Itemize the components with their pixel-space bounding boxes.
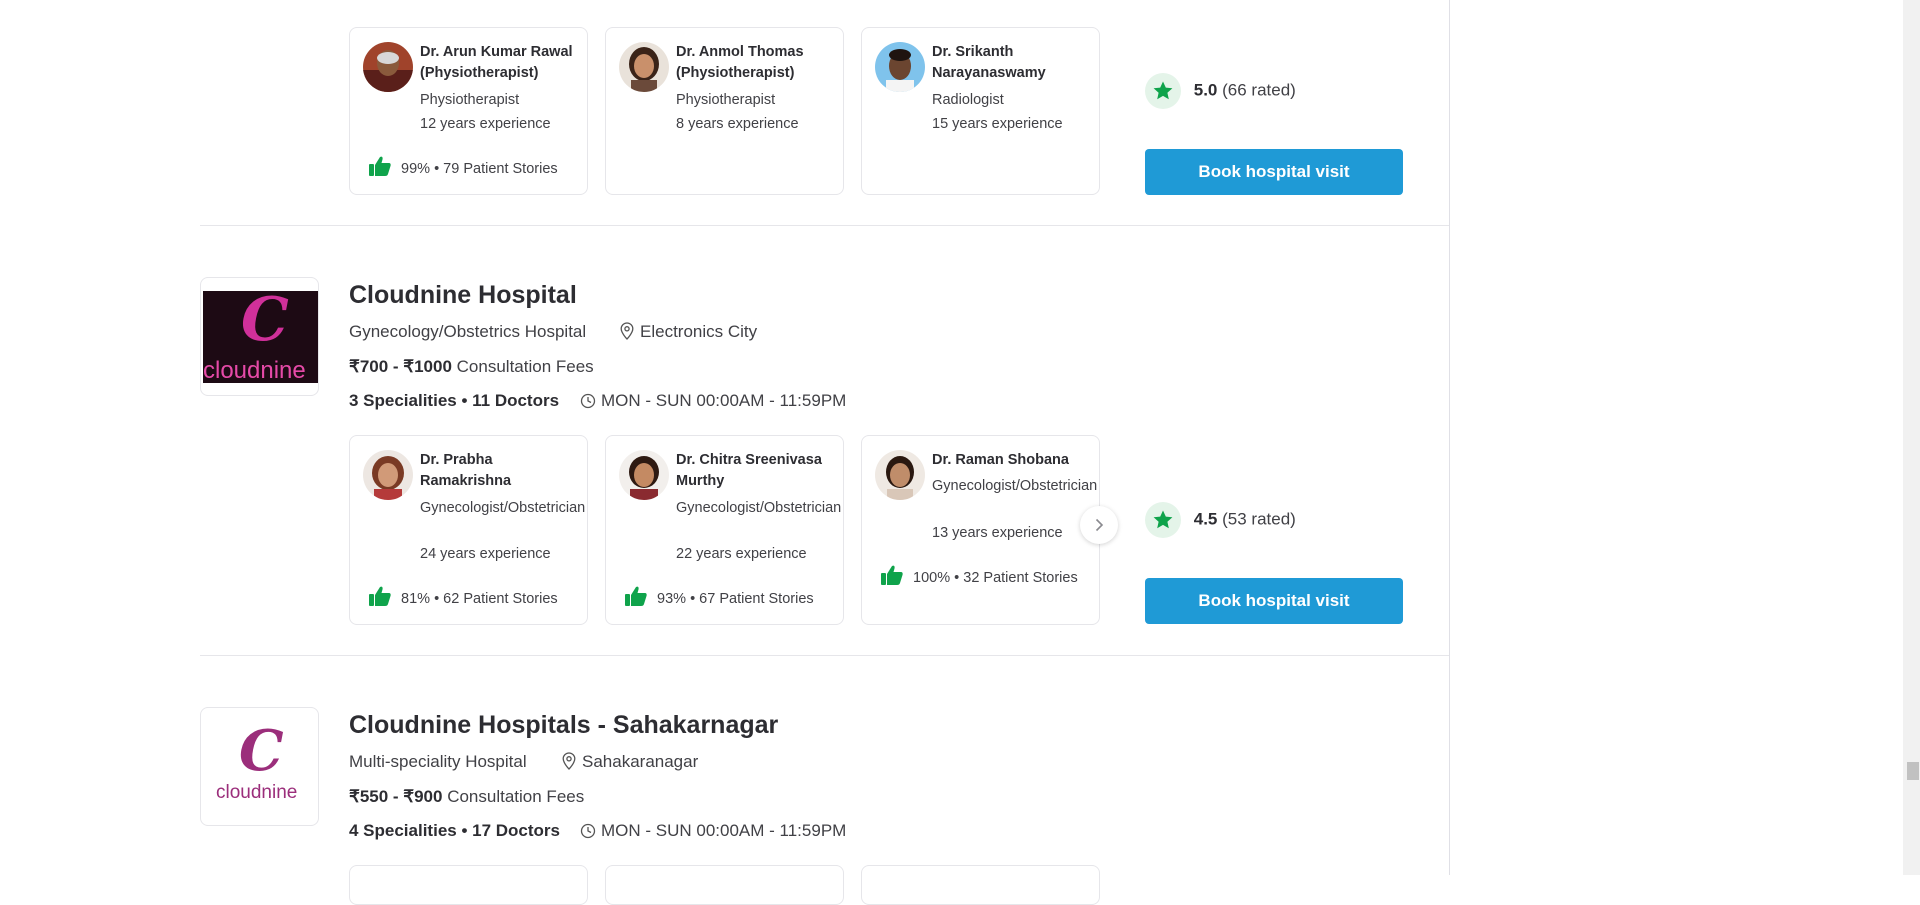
opening-hours: MON - SUN 00:00AM - 11:59PM — [580, 391, 846, 411]
logo-wordmark: cloudnine — [203, 357, 306, 384]
logo-wordmark: cloudnine — [216, 782, 298, 803]
rating-count: (66 rated) — [1222, 80, 1296, 100]
page-scrollbar[interactable] — [1903, 0, 1920, 875]
hospital-type: Multi-speciality Hospital — [349, 752, 527, 771]
book-hospital-visit-button[interactable]: Book hospital visit — [1145, 578, 1403, 624]
opening-hours: MON - SUN 00:00AM - 11:59PM — [580, 821, 846, 841]
doctor-experience: 12 years experience — [420, 116, 551, 132]
star-icon — [1145, 502, 1181, 538]
doctor-card[interactable]: Dr. Prabha Ramakrishna Gynecologist/Obst… — [349, 435, 588, 625]
scrollbar-thumb[interactable] — [1907, 762, 1919, 780]
doctor-avatar — [875, 42, 925, 92]
consultation-fees: ₹700 - ₹1000 Consultation Fees — [349, 357, 594, 377]
doctor-experience: 15 years experience — [932, 116, 1063, 132]
doctor-avatar — [875, 450, 925, 500]
doctor-avatar — [363, 450, 413, 500]
hospital-listing: Dr. Arun Kumar Rawal (Physiotherapist) P… — [200, 0, 1449, 226]
doctors-next-button[interactable] — [1080, 506, 1118, 544]
fees-range: ₹550 - ₹900 — [349, 787, 443, 806]
hours-text: MON - SUN 00:00AM - 11:59PM — [601, 821, 847, 840]
doctor-experience: 22 years experience — [676, 546, 807, 562]
doctor-card[interactable]: Dr. Srikanth Narayanaswamy Radiologist 1… — [861, 27, 1100, 195]
hospital-listing: C cloudnine Cloudnine Hospital Gynecolog… — [200, 226, 1449, 656]
rating: 5.0 (66 rated) — [1145, 73, 1296, 109]
rating-count: (53 rated) — [1222, 509, 1296, 529]
thumbs-up-icon — [625, 586, 647, 606]
doctor-specialty: Gynecologist/Obstetrician — [676, 500, 842, 516]
specialities-count: 3 Specialities • 11 Doctors — [349, 391, 559, 411]
location-pin-icon — [562, 752, 576, 770]
doctor-name[interactable]: Dr. Prabha Ramakrishna — [420, 450, 580, 492]
doctor-experience: 8 years experience — [676, 116, 799, 132]
location-pin-icon — [620, 322, 634, 340]
patient-stories: 81% • 62 Patient Stories — [369, 586, 558, 607]
clock-icon — [580, 393, 596, 409]
book-hospital-visit-button[interactable]: Book hospital visit — [1145, 149, 1403, 195]
doctor-card[interactable]: Dr. Raman Shobana Gynecologist/Obstetric… — [861, 435, 1100, 625]
thumbs-up-icon — [881, 565, 903, 585]
specialities-count: 4 Specialities • 17 Doctors — [349, 821, 560, 841]
doctor-avatar — [619, 42, 669, 92]
fees-range: ₹700 - ₹1000 — [349, 357, 452, 376]
location-text: Electronics City — [640, 322, 758, 341]
doctor-name[interactable]: Dr. Srikanth Narayanaswamy — [932, 42, 1092, 84]
specialities-text: 3 Specialities • 11 Doctors — [349, 391, 560, 410]
star-icon — [1145, 73, 1181, 109]
thumbs-up-icon — [369, 156, 391, 176]
hours-text: MON - SUN 00:00AM - 11:59PM — [601, 391, 847, 410]
consultation-fees: ₹550 - ₹900 Consultation Fees — [349, 787, 584, 807]
rating-score: 4.5 — [1193, 509, 1218, 529]
hospital-type: Gynecology/Obstetrics Hospital — [349, 322, 587, 341]
chevron-right-icon — [1095, 518, 1104, 532]
doctor-avatar — [619, 450, 669, 500]
doctor-experience: 13 years experience — [932, 525, 1063, 541]
doctor-specialty: Physiotherapist — [420, 92, 520, 108]
doctor-specialty: Radiologist — [932, 92, 1004, 108]
doctor-card[interactable] — [605, 865, 844, 905]
patient-stories-text: 99% • 79 Patient Stories — [401, 161, 558, 177]
hospital-location: Sahakaranagar — [562, 752, 698, 772]
patient-stories-text: 81% • 62 Patient Stories — [401, 591, 558, 607]
doctor-card[interactable]: Dr. Anmol Thomas (Physiotherapist) Physi… — [605, 27, 844, 195]
patient-stories-text: 100% • 32 Patient Stories — [913, 570, 1078, 586]
patient-stories: 93% • 67 Patient Stories — [625, 586, 814, 607]
thumbs-up-icon — [369, 586, 391, 606]
doctor-avatar — [363, 42, 413, 92]
doctor-name[interactable]: Dr. Anmol Thomas (Physiotherapist) — [676, 42, 836, 84]
hospital-listing: C cloudnine Cloudnine Hospitals - Sahaka… — [200, 656, 1449, 905]
results-panel: Dr. Arun Kumar Rawal (Physiotherapist) P… — [0, 0, 1450, 905]
location-text: Sahakaranagar — [582, 752, 699, 771]
hospital-name[interactable]: Cloudnine Hospitals - Sahakarnagar — [349, 711, 778, 740]
hospital-logo[interactable]: C cloudnine — [200, 277, 319, 396]
fees-label: Consultation Fees — [456, 357, 594, 376]
doctor-name[interactable]: Dr. Arun Kumar Rawal (Physiotherapist) — [420, 42, 580, 84]
doctor-card[interactable]: Dr. Chitra Sreenivasa Murthy Gynecologis… — [605, 435, 844, 625]
doctor-card[interactable] — [349, 865, 588, 905]
fees-label: Consultation Fees — [447, 787, 585, 806]
clock-icon — [580, 823, 596, 839]
patient-stories: 100% • 32 Patient Stories — [881, 565, 1078, 586]
doctor-name[interactable]: Dr. Chitra Sreenivasa Murthy — [676, 450, 836, 492]
doctor-specialty: Physiotherapist — [676, 92, 776, 108]
doctor-card[interactable]: Dr. Arun Kumar Rawal (Physiotherapist) P… — [349, 27, 588, 195]
hospital-name[interactable]: Cloudnine Hospital — [349, 281, 577, 310]
rating-score: 5.0 — [1193, 80, 1218, 100]
doctor-experience: 24 years experience — [420, 546, 551, 562]
doctor-specialty: Gynecologist/Obstetrician — [420, 500, 586, 516]
doctor-card[interactable] — [861, 865, 1100, 905]
doctor-specialty: Gynecologist/Obstetrician — [932, 478, 1098, 494]
cloudnine-logo-dark: C cloudnine — [203, 285, 318, 384]
patient-stories-text: 93% • 67 Patient Stories — [657, 591, 814, 607]
doctor-name[interactable]: Dr. Raman Shobana — [932, 450, 1092, 471]
patient-stories: 99% • 79 Patient Stories — [369, 156, 558, 177]
hospital-location: Electronics City — [620, 322, 757, 342]
rating: 4.5 (53 rated) — [1145, 502, 1296, 538]
hospital-logo[interactable]: C cloudnine — [200, 707, 319, 826]
specialities-text: 4 Specialities • 17 Doctors — [349, 821, 560, 840]
